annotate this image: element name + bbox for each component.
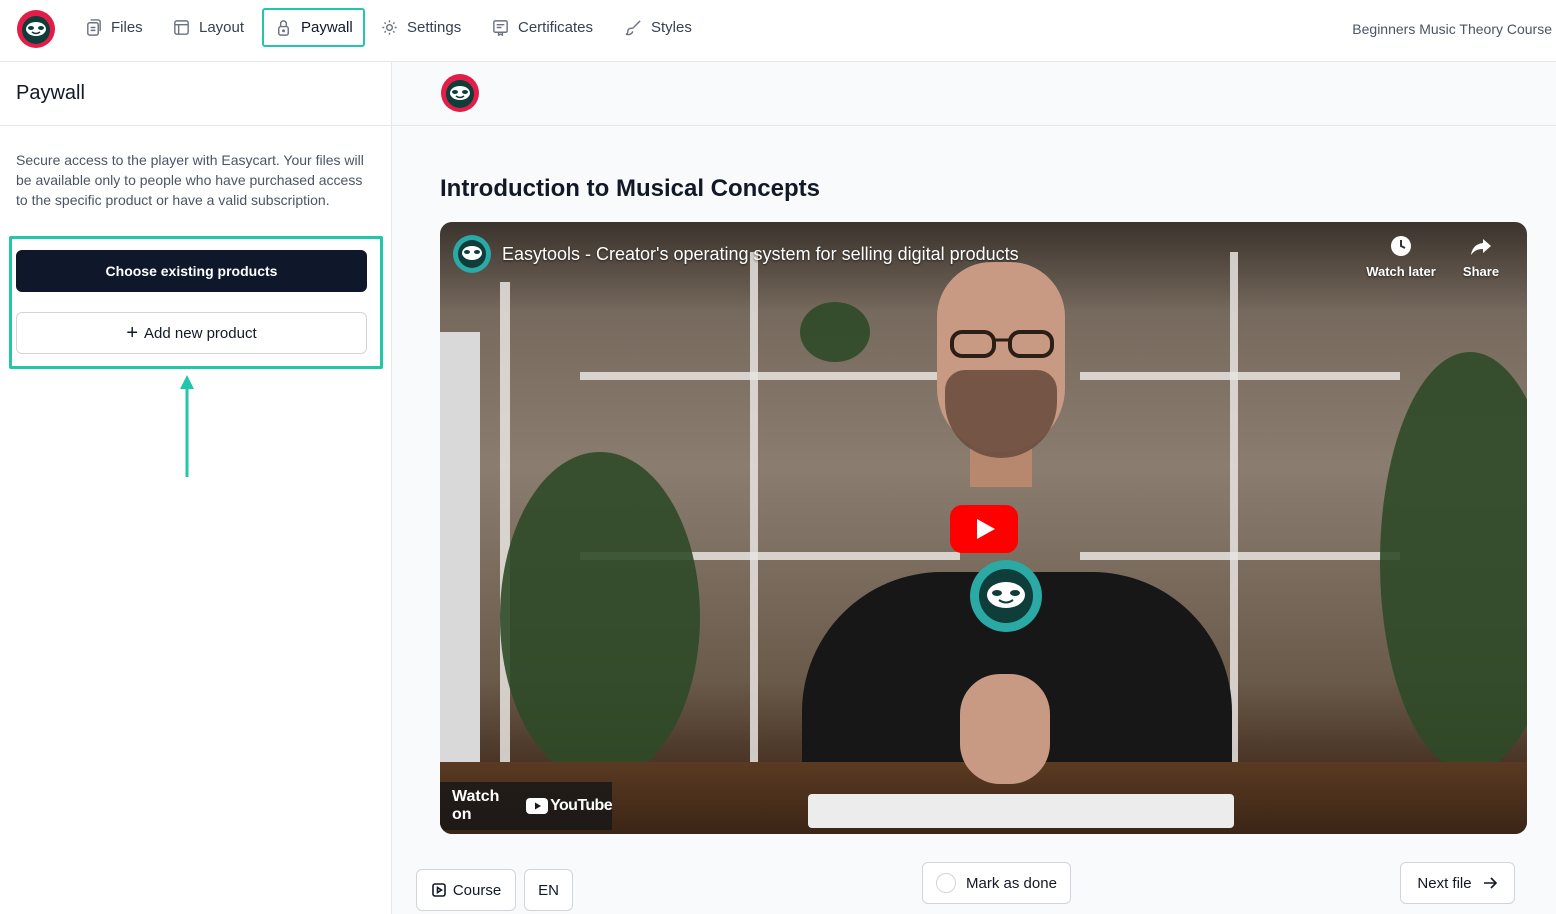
brush-icon	[625, 20, 641, 36]
watch-on-youtube-button[interactable]: Watch on YouTube	[440, 782, 613, 830]
checkbox-circle-icon	[936, 873, 957, 893]
language-label: EN	[538, 881, 559, 899]
sidebar-panel: Paywall Secure access to the player with…	[0, 62, 392, 914]
plus-icon: +	[126, 322, 139, 344]
nav-paywall[interactable]: Paywall	[262, 8, 365, 47]
plant-decoration	[1380, 352, 1527, 772]
layout-icon	[174, 20, 189, 35]
nav-certificates-label: Certificates	[518, 19, 594, 36]
monitor-edge	[440, 332, 480, 782]
lock-icon	[278, 20, 289, 36]
player-logo-icon	[441, 74, 479, 112]
video-title-row: Easytools - Creator's operating system f…	[452, 234, 1019, 274]
paywall-description: Secure access to the player with Easycar…	[16, 152, 364, 208]
watch-later-button[interactable]: Watch later	[1361, 234, 1441, 279]
shelf-post	[750, 252, 758, 762]
nav-styles[interactable]: Styles	[614, 8, 702, 47]
plant-decoration	[800, 302, 870, 362]
watch-on-label: Watch on	[452, 788, 500, 823]
nav-settings[interactable]: Settings	[370, 8, 471, 47]
youtube-icon	[526, 798, 549, 814]
course-button-label: Course	[452, 881, 502, 899]
language-button[interactable]: EN	[524, 869, 573, 911]
channel-avatar-icon[interactable]	[452, 234, 492, 274]
lesson-title: Introduction to Musical Concepts	[440, 175, 821, 202]
arrow-right-icon	[1483, 877, 1497, 889]
keyboard	[808, 794, 1234, 828]
mark-as-done-button[interactable]: Mark as done	[922, 862, 1071, 904]
add-new-product-button[interactable]: + Add new product	[16, 312, 367, 354]
course-button[interactable]: Course	[416, 869, 516, 911]
nav-files[interactable]: Files	[74, 8, 153, 47]
choose-existing-products-label: Choose existing products	[105, 263, 278, 279]
nav-layout-label: Layout	[199, 19, 245, 36]
next-file-label: Next file	[1417, 874, 1472, 892]
presenter-beard	[945, 370, 1057, 458]
app-logo-icon[interactable]	[16, 9, 56, 49]
files-icon	[87, 19, 101, 36]
mark-as-done-label: Mark as done	[966, 874, 1057, 892]
shelf-board	[580, 372, 960, 380]
shelf-board	[1080, 552, 1400, 560]
youtube-wordmark: YouTube	[550, 797, 612, 814]
nav-certificates[interactable]: Certificates	[481, 8, 603, 47]
arrow-up-icon	[180, 375, 194, 477]
shelf-post	[1230, 252, 1238, 762]
video-title[interactable]: Easytools - Creator's operating system f…	[502, 244, 1019, 265]
choose-existing-products-button[interactable]: Choose existing products	[16, 250, 367, 292]
next-file-button[interactable]: Next file	[1400, 862, 1515, 904]
nav-settings-label: Settings	[407, 19, 462, 36]
shirt-logo-icon	[970, 560, 1042, 632]
video-player[interactable]: Easytools - Creator's operating system f…	[440, 222, 1527, 834]
add-new-product-label: Add new product	[144, 324, 257, 342]
shelf-post	[500, 282, 510, 782]
sidebar-header: Paywall	[0, 62, 391, 126]
clock-icon	[1391, 236, 1411, 256]
presenter-hands	[960, 674, 1050, 784]
nav-styles-label: Styles	[651, 19, 692, 36]
share-label: Share	[1462, 264, 1500, 279]
gear-icon	[382, 20, 397, 35]
presenter-glasses	[950, 330, 1054, 358]
play-square-icon	[432, 883, 446, 897]
nav-files-label: Files	[111, 19, 143, 36]
nav-layout[interactable]: Layout	[162, 8, 254, 47]
share-button[interactable]: Share	[1441, 234, 1521, 279]
play-icon[interactable]	[950, 505, 1018, 553]
share-icon	[1471, 239, 1491, 255]
youtube-logo: YouTube	[526, 797, 613, 815]
watch-later-label: Watch later	[1366, 264, 1436, 279]
top-navigation-bar: Files Layout Paywall Settings Certificat…	[0, 0, 1556, 62]
course-title: Beginners Music Theory Course	[1352, 21, 1552, 37]
plant-decoration	[500, 452, 700, 782]
shelf-board	[1080, 372, 1400, 380]
certificate-icon	[493, 20, 508, 37]
nav-paywall-label: Paywall	[301, 19, 353, 36]
sidebar-title: Paywall	[16, 82, 85, 104]
main-content: Introduction to Musical Concepts Easytoo…	[392, 62, 1556, 914]
player-header	[392, 62, 1556, 126]
